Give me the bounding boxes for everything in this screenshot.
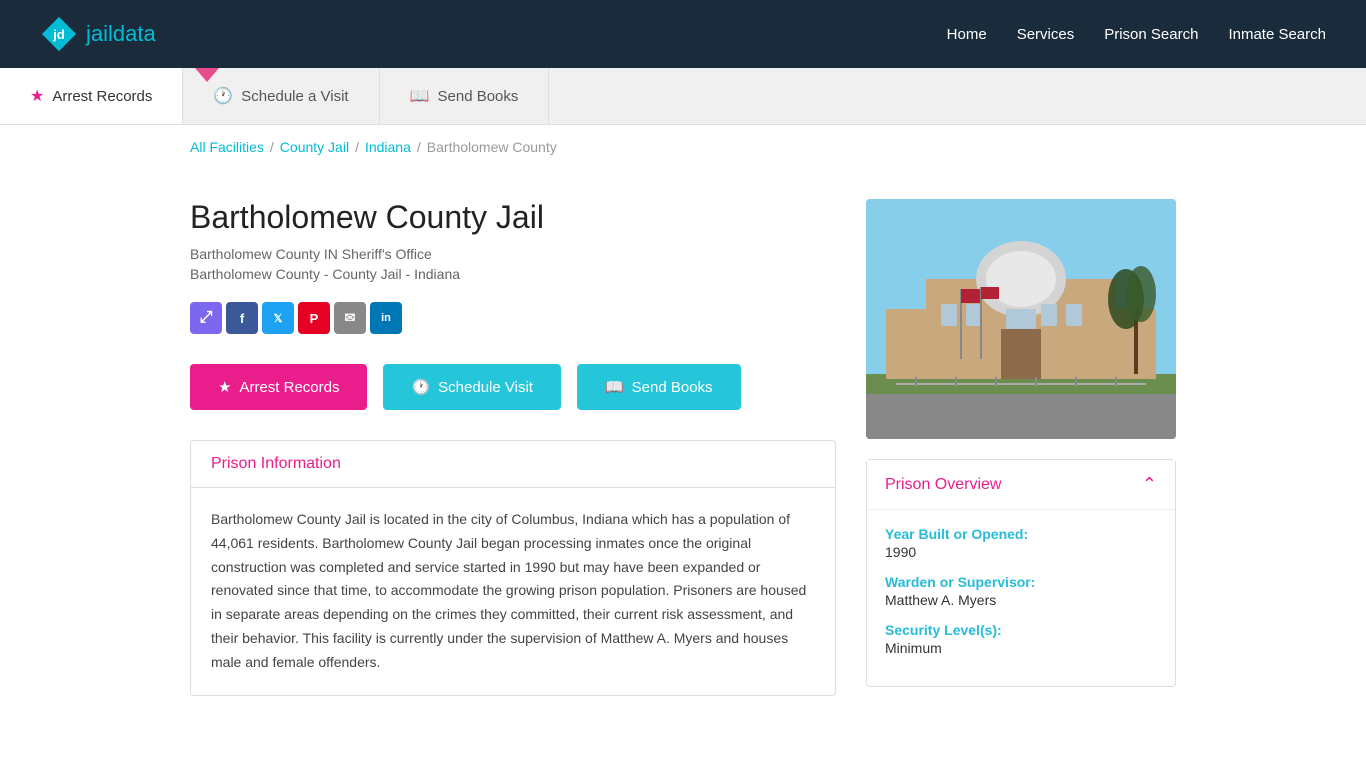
building-svg [866, 199, 1176, 439]
warden-value: Matthew A. Myers [885, 592, 1157, 608]
schedule-visit-button[interactable]: 🕐 Schedule Visit [383, 364, 560, 410]
send-books-button[interactable]: 📖 Send Books [577, 364, 741, 410]
warden-field: Warden or Supervisor: Matthew A. Myers [885, 574, 1157, 608]
book-icon: 📖 [410, 86, 430, 106]
facebook-button[interactable]: f [226, 302, 258, 334]
clock-icon: 🕐 [213, 86, 233, 106]
nav-inmate-search[interactable]: Inmate Search [1228, 26, 1326, 43]
nav-prison-search[interactable]: Prison Search [1104, 26, 1198, 43]
pinterest-button[interactable]: P [298, 302, 330, 334]
subnav: ★ Arrest Records 🕐 Schedule a Visit 📖 Se… [0, 68, 1366, 125]
schedule-clock-icon: 🕐 [411, 378, 430, 396]
security-value: Minimum [885, 640, 1157, 656]
nav-services[interactable]: Services [1017, 26, 1075, 43]
breadcrumb-current: Bartholomew County [427, 139, 557, 155]
prison-info-body: Bartholomew County Jail is located in th… [191, 488, 835, 695]
collapse-icon[interactable]: ⌃ [1142, 474, 1157, 495]
logo-area[interactable]: jd jaildata [40, 15, 156, 53]
prison-overview-title: Prison Overview [885, 476, 1001, 494]
breadcrumb: All Facilities / County Jail / Indiana /… [0, 125, 1366, 169]
breadcrumb-sep1: / [270, 139, 274, 155]
nav-home[interactable]: Home [947, 26, 987, 43]
prison-info-title: Prison Information [211, 455, 815, 473]
books-icon: 📖 [605, 378, 624, 396]
main-content: Bartholomew County Jail Bartholomew Coun… [0, 169, 1366, 726]
social-row: ⤢ f 𝕏 P ✉ in [190, 302, 836, 334]
arrest-records-button[interactable]: ★ Arrest Records [190, 364, 367, 410]
svg-text:jd: jd [52, 27, 65, 42]
breadcrumb-sep2: / [355, 139, 359, 155]
logo-icon: jd [40, 15, 78, 53]
prison-overview-card: Prison Overview ⌃ Year Built or Opened: … [866, 459, 1176, 687]
header: jd jaildata Home Services Prison Search … [0, 0, 1366, 68]
prison-info-card: Prison Information Bartholomew County Ja… [190, 440, 836, 696]
subtitle-2: Bartholomew County - County Jail - India… [190, 266, 836, 282]
prison-info-text: Bartholomew County Jail is located in th… [211, 508, 815, 675]
year-label: Year Built or Opened: [885, 526, 1157, 542]
breadcrumb-indiana[interactable]: Indiana [365, 139, 411, 155]
left-column: Bartholomew County Jail Bartholomew Coun… [190, 199, 836, 696]
breadcrumb-sep3: / [417, 139, 421, 155]
subnav-arrest-records[interactable]: ★ Arrest Records [0, 68, 183, 124]
warden-label: Warden or Supervisor: [885, 574, 1157, 590]
logo-text: jaildata [86, 21, 156, 47]
prison-overview-body: Year Built or Opened: 1990 Warden or Sup… [867, 510, 1175, 686]
year-value: 1990 [885, 544, 1157, 560]
subnav-triangle [195, 68, 219, 82]
prison-overview-header: Prison Overview ⌃ [867, 460, 1175, 510]
security-field: Security Level(s): Minimum [885, 622, 1157, 656]
arrest-star-icon: ★ [218, 378, 231, 396]
action-buttons: ★ Arrest Records 🕐 Schedule Visit 📖 Send… [190, 364, 836, 410]
right-column: Prison Overview ⌃ Year Built or Opened: … [866, 199, 1176, 687]
subnav-send-books[interactable]: 📖 Send Books [380, 68, 550, 124]
security-label: Security Level(s): [885, 622, 1157, 638]
email-button[interactable]: ✉ [334, 302, 366, 334]
facility-image [866, 199, 1176, 439]
star-icon: ★ [30, 86, 44, 106]
twitter-button[interactable]: 𝕏 [262, 302, 294, 334]
share-icon-button[interactable]: ⤢ [190, 302, 222, 334]
page-title: Bartholomew County Jail [190, 199, 836, 236]
linkedin-button[interactable]: in [370, 302, 402, 334]
subtitle-1: Bartholomew County IN Sheriff's Office [190, 246, 836, 262]
year-field: Year Built or Opened: 1990 [885, 526, 1157, 560]
breadcrumb-all-facilities[interactable]: All Facilities [190, 139, 264, 155]
main-nav: Home Services Prison Search Inmate Searc… [947, 26, 1326, 43]
breadcrumb-county-jail[interactable]: County Jail [280, 139, 349, 155]
prison-info-header: Prison Information [191, 441, 835, 488]
